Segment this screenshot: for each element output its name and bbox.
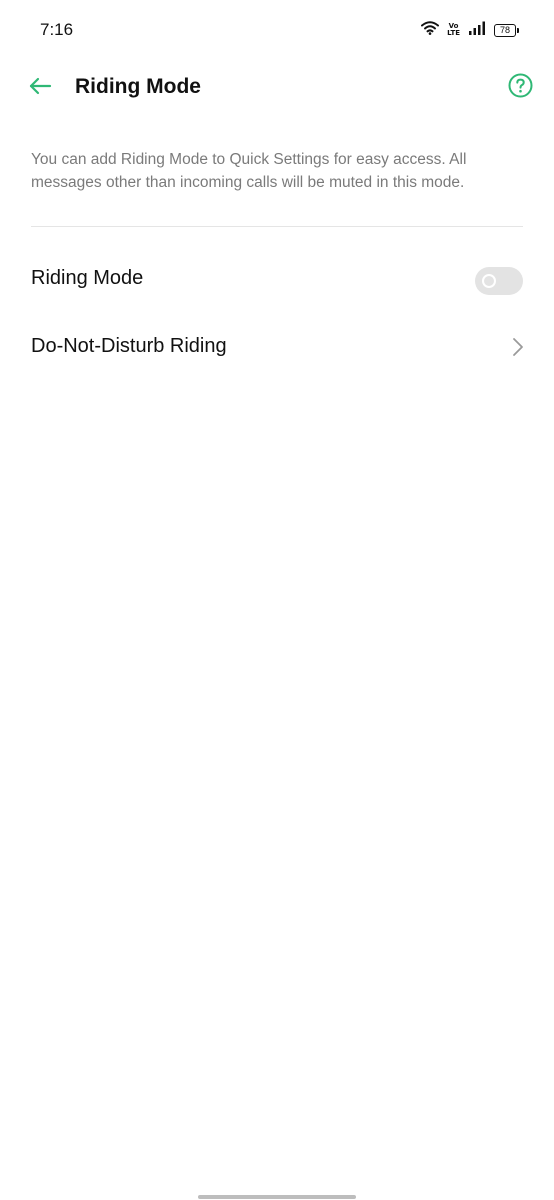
page-title: Riding Mode bbox=[75, 75, 201, 98]
battery-icon: 78 bbox=[494, 23, 519, 37]
battery-level: 78 bbox=[499, 24, 510, 35]
app-bar: Riding Mode bbox=[0, 60, 554, 116]
status-bar: 7:16 Vo LTE 78 bbox=[0, 0, 554, 60]
status-icons: Vo LTE 78 bbox=[421, 19, 519, 41]
volte-bottom-text: LTE bbox=[447, 29, 460, 37]
riding-mode-row[interactable]: Riding Mode bbox=[0, 246, 554, 312]
toggle-knob bbox=[482, 274, 496, 288]
chevron-right-icon bbox=[512, 337, 524, 357]
divider bbox=[31, 226, 523, 227]
question-circle-icon bbox=[508, 73, 533, 103]
dnd-riding-row[interactable]: Do-Not-Disturb Riding bbox=[0, 314, 554, 380]
home-indicator[interactable] bbox=[198, 1195, 356, 1199]
riding-mode-toggle[interactable] bbox=[475, 267, 523, 295]
back-button[interactable] bbox=[22, 72, 58, 104]
riding-mode-label: Riding Mode bbox=[31, 267, 144, 289]
status-time: 7:16 bbox=[40, 20, 74, 39]
dnd-riding-label: Do-Not-Disturb Riding bbox=[31, 335, 227, 357]
description-text: You can add Riding Mode to Quick Setting… bbox=[31, 151, 467, 191]
wifi-icon bbox=[421, 20, 440, 40]
help-button[interactable] bbox=[504, 72, 536, 104]
signal-icon bbox=[468, 21, 486, 40]
volte-icon: Vo LTE bbox=[447, 23, 460, 37]
arrow-left-icon bbox=[28, 77, 52, 100]
